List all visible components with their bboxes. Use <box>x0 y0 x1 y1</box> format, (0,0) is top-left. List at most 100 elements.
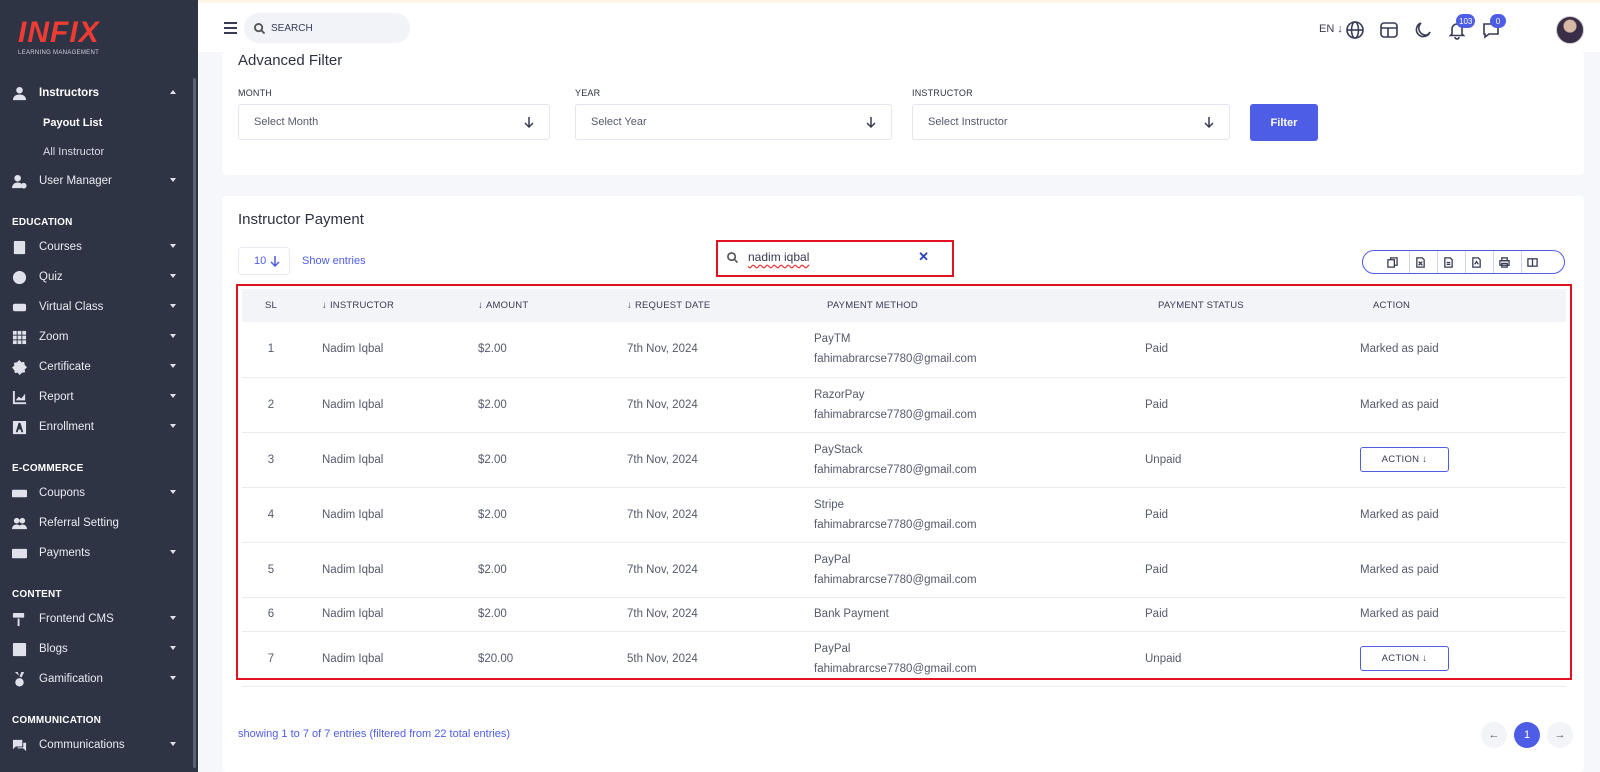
table-info: showing 1 to 7 of 7 entries (filtered fr… <box>238 728 511 740</box>
month-select[interactable]: Select Month <box>238 104 550 140</box>
sidebar-item-label: Frontend CMS <box>39 613 114 625</box>
search-highlight-box <box>716 240 954 277</box>
sidebar-item-label: Payments <box>39 547 91 559</box>
chevron-down-icon <box>170 178 176 182</box>
notifications-badge: 103 <box>1456 14 1476 28</box>
sidebar-item-label: Report <box>39 391 74 403</box>
sidebar-item-gamification[interactable]: Gamification <box>0 664 196 694</box>
sidebar-item-label: Blogs <box>39 643 68 655</box>
instructor-select[interactable]: Select Instructor <box>912 104 1230 140</box>
sidebar-item-label: Courses <box>39 241 82 253</box>
menu-toggle-icon[interactable] <box>224 22 237 34</box>
section-ecommerce: E-COMMERCE <box>12 463 84 474</box>
filter-title: Advanced Filter <box>238 52 343 69</box>
print-button[interactable] <box>1493 251 1515 273</box>
pagination: ← 1 → <box>1474 722 1573 748</box>
export-pdf-button[interactable] <box>1465 251 1487 273</box>
sidebar-item-report[interactable]: Report <box>0 382 196 412</box>
section-communication: COMMUNICATION <box>12 715 102 726</box>
language-label: EN <box>1319 23 1335 35</box>
users-icon <box>12 516 27 531</box>
arrow-down-icon <box>1203 116 1215 129</box>
chevron-down-icon <box>170 550 176 554</box>
filter-button[interactable]: Filter <box>1250 104 1318 141</box>
arrow-down-icon <box>523 116 535 129</box>
entries-select[interactable]: 10 <box>238 247 290 275</box>
chevron-down-icon <box>170 646 176 650</box>
certificate-icon <box>12 359 27 375</box>
bell-icon[interactable]: 103 <box>1447 14 1476 40</box>
chevron-down-icon <box>170 274 176 278</box>
year-select-value: Select Year <box>591 116 647 128</box>
user-icon <box>12 86 27 101</box>
sidebar-item-referral-setting[interactable]: Referral Setting <box>0 508 196 538</box>
sidebar-item-virtual-class[interactable]: Virtual Class <box>0 292 196 322</box>
copy-button[interactable] <box>1381 251 1403 273</box>
sidebar-item-frontend-cms[interactable]: Frontend CMS <box>0 604 196 634</box>
sidebar-subitem-payout-list[interactable]: Payout List <box>0 108 196 137</box>
sidebar-item-blogs[interactable]: Blogs <box>0 634 196 664</box>
sidebar-item-payments[interactable]: Payments <box>0 538 196 568</box>
sidebar-item-label: Gamification <box>39 673 103 685</box>
arrow-down-icon: ↓ <box>1337 23 1343 35</box>
sidebar-item-quiz[interactable]: Quiz <box>0 262 196 292</box>
arrow-left-icon: ← <box>1488 729 1500 741</box>
sidebar-item-enrollment[interactable]: Enrollment <box>0 412 196 442</box>
book-icon <box>12 240 27 255</box>
chart-icon <box>12 390 27 405</box>
sidebar-item-label: Enrollment <box>39 421 94 433</box>
paint-roller-icon <box>12 612 27 627</box>
arrow-down-icon <box>865 116 877 129</box>
message-icon[interactable]: 0 <box>1481 14 1506 40</box>
logo-text: INFIX <box>18 16 100 49</box>
ticket-icon <box>12 486 27 501</box>
sidebar-item-user-manager[interactable]: User Manager <box>0 166 196 196</box>
sidebar-item-instructors[interactable]: Instructors <box>0 78 196 108</box>
sidebar-item-label: Coupons <box>39 487 86 499</box>
page-button[interactable]: 1 <box>1514 722 1540 748</box>
next-page-button[interactable]: → <box>1547 722 1573 748</box>
global-search[interactable] <box>244 13 410 43</box>
month-label: MONTH <box>238 88 272 98</box>
messages-badge: 0 <box>1490 14 1506 28</box>
sidebar-item-label: User Manager <box>39 175 112 187</box>
column-visibility-button[interactable] <box>1521 251 1543 273</box>
entries-label: Show entries <box>302 255 366 267</box>
columns-icon <box>1527 257 1538 267</box>
sidebar-item-courses[interactable]: Courses <box>0 232 196 262</box>
edit-icon <box>12 642 27 657</box>
chevron-down-icon <box>170 394 176 398</box>
chevron-up-icon <box>170 90 176 94</box>
chevron-down-icon <box>170 490 176 494</box>
file-pdf-icon <box>1472 256 1481 268</box>
instructor-select-value: Select Instructor <box>928 116 1008 128</box>
export-csv-button[interactable] <box>1437 251 1459 273</box>
globe-icon[interactable] <box>1345 20 1365 40</box>
sidebar-subitem-all-instructor[interactable]: All Instructor <box>0 137 196 166</box>
payment-title: Instructor Payment <box>238 211 364 228</box>
moon-icon[interactable] <box>1413 20 1433 40</box>
vr-headset-icon <box>12 300 27 315</box>
user-gear-icon <box>12 174 27 189</box>
brand-logo[interactable]: INFIX LEARNING MANAGEMENT <box>18 16 118 57</box>
chevron-down-icon <box>170 304 176 308</box>
avatar[interactable] <box>1556 16 1584 44</box>
medal-icon <box>12 671 27 687</box>
sidebar-item-communications[interactable]: Communications <box>0 730 196 760</box>
search-input[interactable] <box>271 22 391 34</box>
language-selector[interactable]: EN ↓ <box>1319 23 1343 35</box>
instructor-label: INSTRUCTOR <box>912 88 973 98</box>
sidebar-item-coupons[interactable]: Coupons <box>0 478 196 508</box>
sidebar-item-label: Instructors <box>39 87 100 99</box>
prev-page-button[interactable]: ← <box>1481 722 1507 748</box>
layout-icon[interactable] <box>1379 20 1399 40</box>
grid-icon <box>12 330 27 345</box>
year-select[interactable]: Select Year <box>575 104 892 140</box>
arrow-down-icon <box>269 255 281 270</box>
chevron-down-icon <box>170 244 176 248</box>
sidebar-item-zoom[interactable]: Zoom <box>0 322 196 352</box>
advanced-filter-card: Advanced Filter MONTH Select Month YEAR … <box>222 52 1584 175</box>
question-icon <box>12 270 27 285</box>
sidebar-item-certificate[interactable]: Certificate <box>0 352 196 382</box>
export-excel-button[interactable] <box>1409 251 1431 273</box>
